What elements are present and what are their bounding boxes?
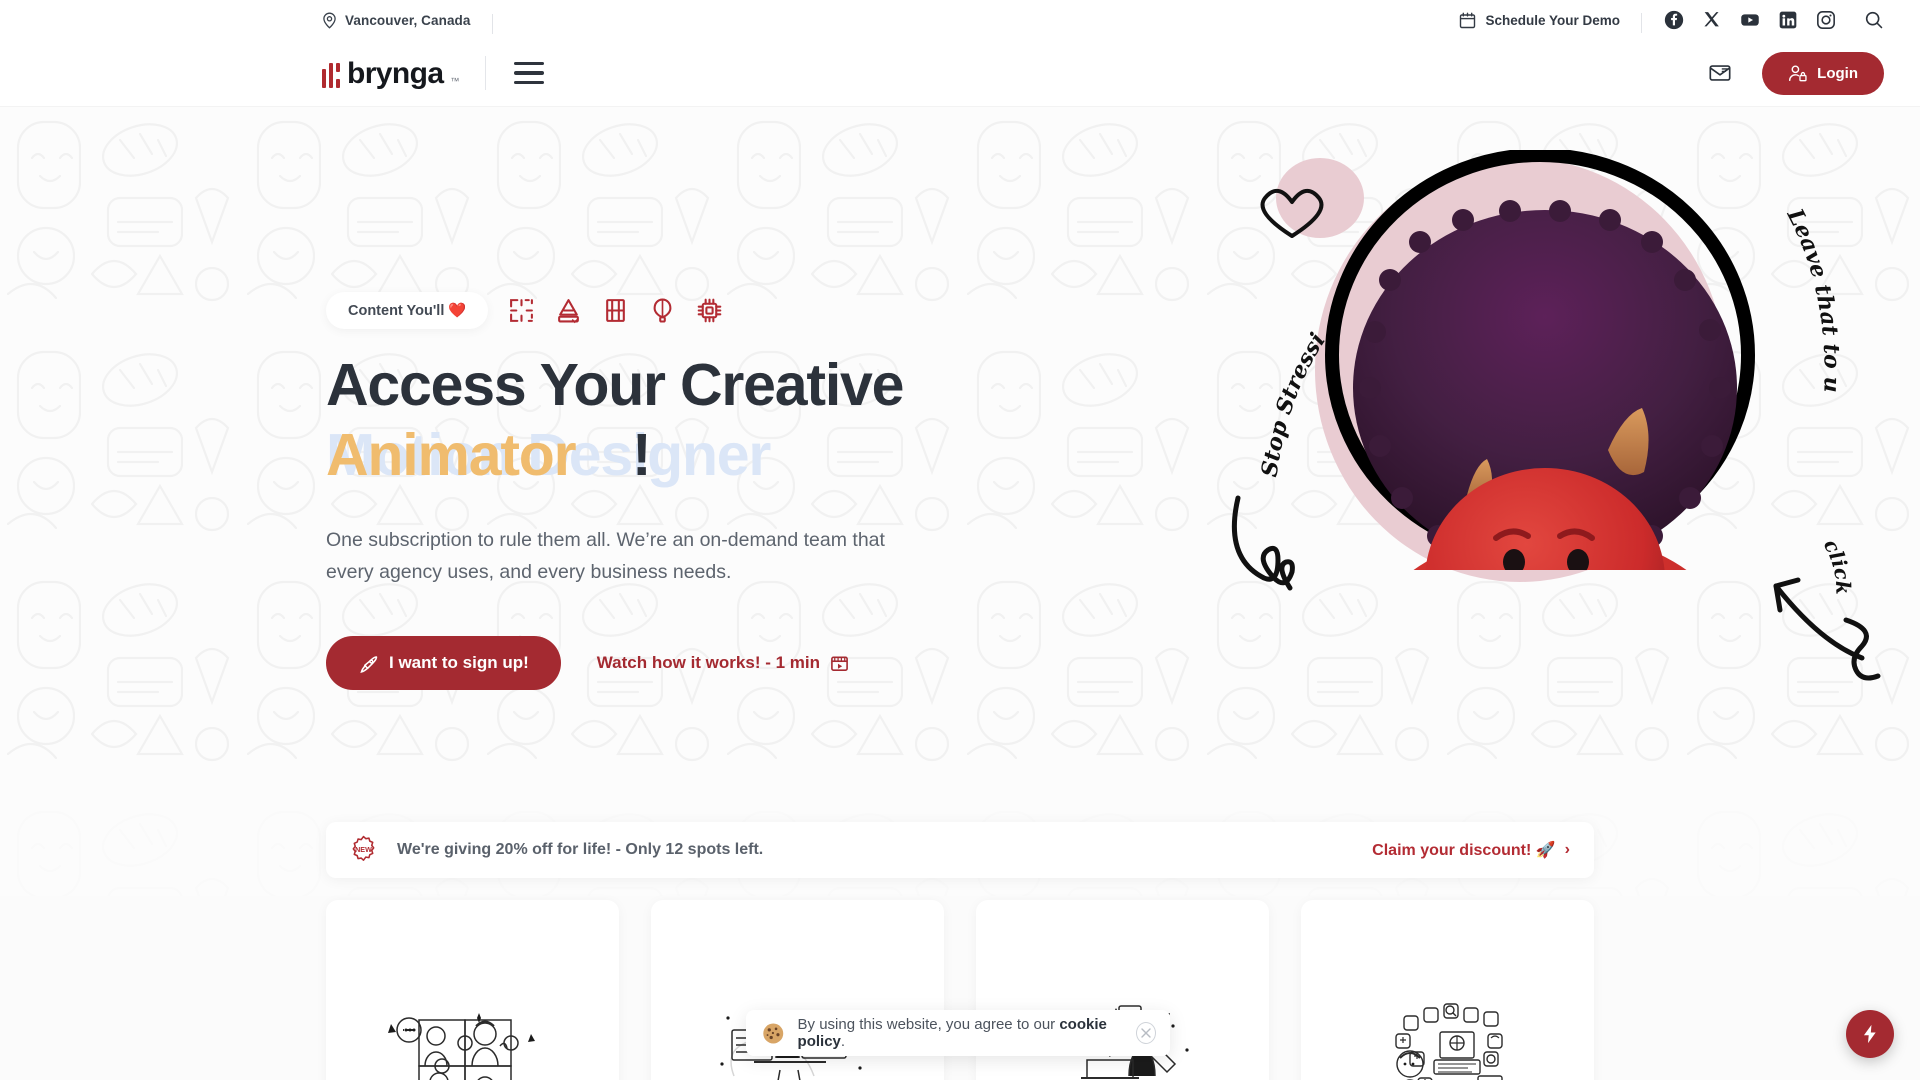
login-button[interactable]: Login <box>1762 51 1884 95</box>
location-label: Vancouver, Canada <box>345 12 471 28</box>
page-root: Vancouver, Canada Schedule Your Demo bry… <box>0 0 1920 1080</box>
content-badge-label: Content You'll ❤️ <box>348 303 467 319</box>
logo[interactable]: brynga ™ <box>322 58 459 88</box>
youtube-icon[interactable] <box>1740 10 1760 30</box>
user-lock-icon <box>1789 64 1807 81</box>
cookie-icon <box>763 1023 784 1043</box>
hero-subtitle: One subscription to rule them all. We’re… <box>326 528 885 583</box>
tech-icons-illustration <box>1394 1003 1503 1080</box>
rocket-icon <box>360 656 378 674</box>
film-strip-icon[interactable] <box>602 297 629 324</box>
card-team-collaboration[interactable] <box>326 900 619 1080</box>
chevron-right-icon: › <box>1564 841 1570 858</box>
logo-mark-icon <box>322 62 340 88</box>
main-header: brynga ™ Login <box>0 40 1920 106</box>
topbar-right-group: Schedule Your Demo <box>1459 10 1884 33</box>
lightning-bolt-icon <box>1863 1024 1876 1044</box>
microchip-icon[interactable] <box>696 297 723 324</box>
brand-group: brynga ™ <box>322 55 546 90</box>
mail-envelope-icon[interactable] <box>1708 61 1732 85</box>
logo-text: brynga <box>347 56 444 90</box>
hero-eyebrow-row: Content You'll ❤️ <box>326 292 1920 329</box>
close-icon[interactable] <box>1135 1022 1156 1044</box>
instagram-icon[interactable] <box>1816 10 1836 30</box>
logo-trademark: ™ <box>450 75 460 86</box>
cookie-text-before: By using this website, you agree to our <box>797 1016 1060 1033</box>
service-icon-row <box>508 297 723 324</box>
new-badge-icon: NEW <box>352 835 375 861</box>
hamburger-menu-icon[interactable] <box>512 56 546 90</box>
new-badge-label: NEW <box>355 846 372 854</box>
header-divider <box>485 55 487 90</box>
search-icon[interactable] <box>1864 10 1884 30</box>
cookie-consent-banner: By using this website, you agree to our … <box>746 1010 1170 1056</box>
schedule-demo-label: Schedule Your Demo <box>1485 12 1620 28</box>
location-indicator[interactable]: Vancouver, Canada <box>322 12 493 34</box>
hero-cta-row: I want to sign up! Watch how it works! -… <box>326 636 1920 691</box>
hot-air-balloon-icon[interactable] <box>649 297 676 324</box>
video-clapper-icon <box>831 656 848 671</box>
social-links <box>1664 10 1836 30</box>
hero-section: Content You'll ❤️ Access Your Creative M… <box>0 106 1920 786</box>
people-puzzle-illustration <box>387 1013 535 1080</box>
crop-frame-icon[interactable] <box>508 297 535 324</box>
claim-discount-label: Claim your discount! 🚀 <box>1372 842 1556 859</box>
login-label: Login <box>1817 64 1858 82</box>
x-twitter-icon[interactable] <box>1702 10 1722 30</box>
headline-rotating-word: Motion Designer Animator ! <box>326 421 1920 497</box>
calendar-icon <box>1460 12 1476 28</box>
promo-left-group: NEW We're giving 20% off for life! - Onl… <box>348 835 763 866</box>
schedule-demo-link[interactable]: Schedule Your Demo <box>1459 12 1642 33</box>
map-pin-icon <box>323 12 336 29</box>
page-title: Access Your Creative <box>326 352 904 418</box>
typography-icon[interactable] <box>555 297 582 324</box>
linkedin-icon[interactable] <box>1778 10 1798 30</box>
headline-active-word: Animator <box>326 421 577 488</box>
promo-text: We're giving 20% off for life! - Only 12… <box>397 841 764 858</box>
signup-button[interactable]: I want to sign up! <box>326 636 561 691</box>
cookie-text-after: . <box>840 1033 846 1050</box>
content-badge: Content You'll ❤️ <box>326 292 489 329</box>
card-technology-stack[interactable] <box>1301 900 1594 1080</box>
headline-exclamation: ! <box>632 421 652 488</box>
watch-video-label: Watch how it works! - 1 min <box>596 653 820 673</box>
signup-label: I want to sign up! <box>389 653 529 673</box>
promo-banner: NEW We're giving 20% off for life! - Onl… <box>326 822 1594 878</box>
quick-action-button[interactable] <box>1846 1010 1894 1058</box>
top-utility-bar: Vancouver, Canada Schedule Your Demo <box>0 0 1920 40</box>
facebook-icon[interactable] <box>1664 10 1684 30</box>
watch-video-link[interactable]: Watch how it works! - 1 min <box>597 653 849 673</box>
claim-discount-link[interactable]: Claim your discount! 🚀 › <box>1372 840 1570 860</box>
header-actions: Login <box>1708 51 1884 95</box>
cookie-text: By using this website, you agree to our … <box>798 1016 1123 1050</box>
